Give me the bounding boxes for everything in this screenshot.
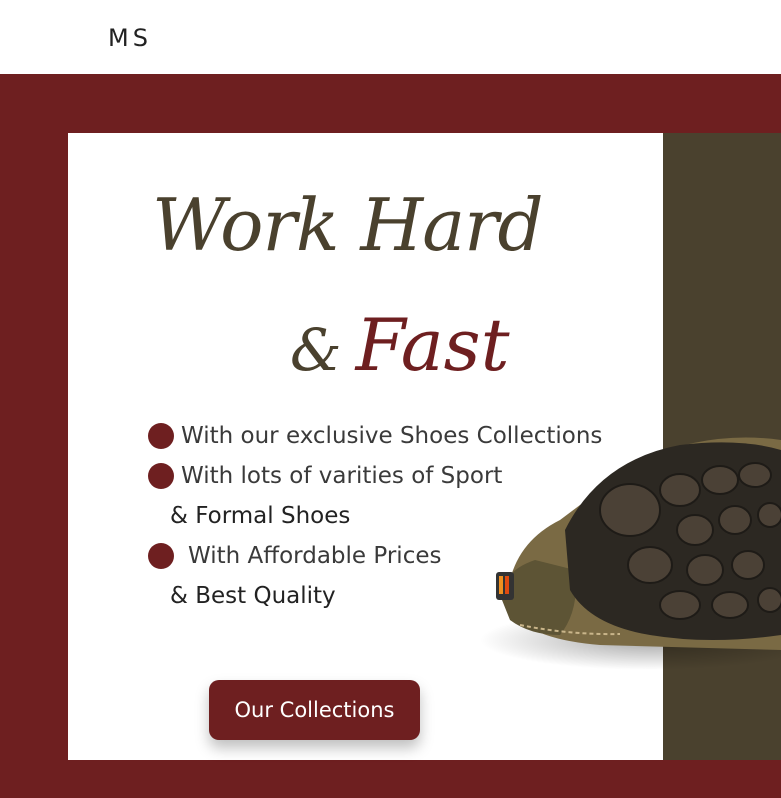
- feature-item-2: With lots of varities of Sport: [181, 463, 503, 489]
- feature-item-3: With Affordable Prices: [188, 543, 442, 569]
- hero-title-fast: Fast: [355, 303, 510, 387]
- site-logo[interactable]: MS: [108, 24, 152, 52]
- our-collections-button[interactable]: Our Collections: [209, 680, 420, 740]
- feature-item-3-continuation: & Best Quality: [170, 583, 336, 609]
- bullet-dot-icon: [148, 543, 174, 569]
- shoe-image: [480, 420, 781, 680]
- site-header: MS: [0, 0, 781, 74]
- bullet-dot-icon: [148, 463, 174, 489]
- feature-item-2-continuation: & Formal Shoes: [170, 503, 351, 529]
- hero-title-line2: & Fast: [290, 300, 510, 395]
- bullet-dot-icon: [148, 423, 174, 449]
- hero-title-ampersand: &: [290, 316, 342, 384]
- hero-title-line1: Work Hard: [152, 183, 544, 267]
